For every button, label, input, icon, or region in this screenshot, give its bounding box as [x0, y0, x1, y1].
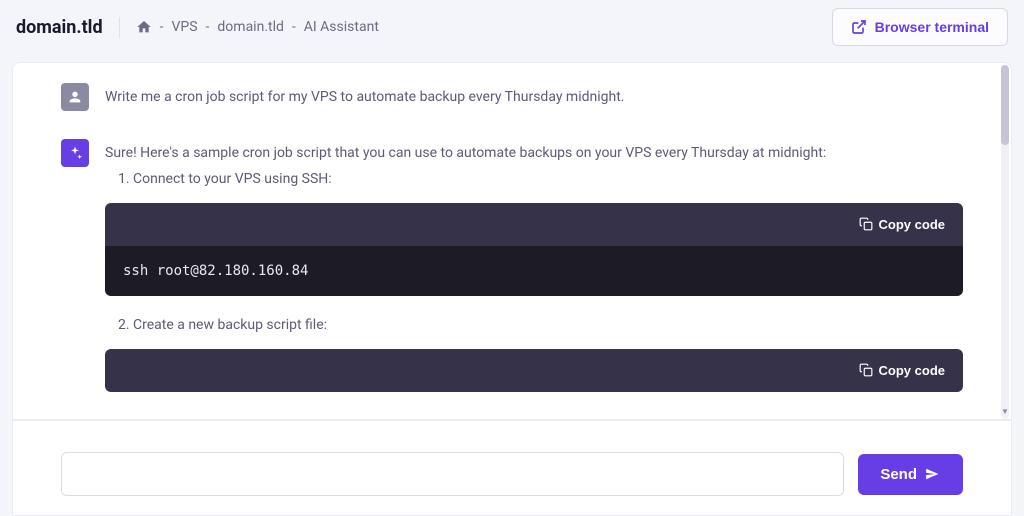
- copy-code-button[interactable]: Copy code: [859, 217, 945, 232]
- user-message-text: Write me a cron job script for my VPS to…: [105, 83, 963, 111]
- page-header: domain.tld - VPS - domain.tld - AI Assis…: [0, 0, 1024, 54]
- browser-terminal-button[interactable]: Browser terminal: [832, 8, 1008, 46]
- user-message: Write me a cron job script for my VPS to…: [61, 83, 963, 111]
- breadcrumb-sep: -: [292, 19, 296, 35]
- sparkle-icon: [67, 145, 83, 161]
- breadcrumb-sep: -: [206, 19, 210, 35]
- home-icon[interactable]: [136, 19, 152, 35]
- external-link-icon: [851, 19, 867, 35]
- send-label: Send: [880, 466, 917, 483]
- scrollbar-thumb[interactable]: [1001, 65, 1009, 145]
- message-input[interactable]: [61, 452, 844, 496]
- user-avatar: [61, 83, 89, 111]
- copy-icon: [859, 363, 873, 377]
- send-icon: [925, 467, 941, 481]
- code-header: Copy code: [105, 203, 963, 246]
- code-block-1: Copy code ssh root@82.180.160.84: [105, 203, 963, 296]
- copy-code-button[interactable]: Copy code: [859, 363, 945, 378]
- breadcrumb-domain[interactable]: domain.tld: [217, 19, 283, 35]
- step-1: Connect to your VPS using SSH:: [133, 168, 963, 190]
- breadcrumb: - VPS - domain.tld - AI Assistant: [136, 19, 832, 35]
- chat-scroll-area[interactable]: Write me a cron job script for my VPS to…: [13, 63, 1011, 419]
- step-2: Create a new backup script file:: [133, 314, 963, 336]
- terminal-button-label: Browser terminal: [875, 19, 989, 35]
- ai-message-body: Sure! Here's a sample cron job script th…: [105, 139, 963, 410]
- breadcrumb-vps[interactable]: VPS: [171, 19, 197, 35]
- copy-label: Copy code: [879, 363, 945, 378]
- copy-icon: [859, 217, 873, 231]
- code-content: ssh root@82.180.160.84: [105, 246, 963, 296]
- send-button[interactable]: Send: [858, 454, 963, 495]
- copy-label: Copy code: [879, 217, 945, 232]
- domain-title: domain.tld: [16, 17, 120, 38]
- person-icon: [67, 89, 83, 105]
- code-block-2: Copy code: [105, 349, 963, 392]
- chat-container: Write me a cron job script for my VPS to…: [12, 62, 1012, 420]
- scrollbar-track[interactable]: [1001, 65, 1009, 419]
- ai-intro-text: Sure! Here's a sample cron job script th…: [105, 145, 826, 161]
- input-area: Send: [12, 420, 1012, 516]
- ai-message: Sure! Here's a sample cron job script th…: [61, 139, 963, 410]
- scroll-down-icon[interactable]: ▼: [1001, 405, 1009, 417]
- breadcrumb-sep: -: [160, 19, 164, 35]
- ai-avatar: [61, 139, 89, 167]
- breadcrumb-current: AI Assistant: [304, 19, 379, 35]
- code-header: Copy code: [105, 349, 963, 392]
